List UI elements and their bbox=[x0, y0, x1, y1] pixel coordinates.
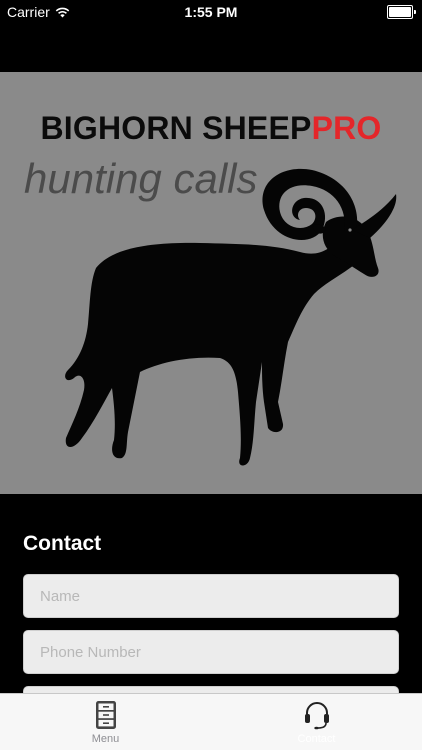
headset-icon bbox=[304, 702, 329, 730]
name-field[interactable] bbox=[23, 574, 399, 618]
status-right bbox=[387, 5, 416, 19]
tab-menu[interactable]: Menu bbox=[0, 694, 211, 750]
status-time: 1:55 PM bbox=[184, 4, 238, 20]
contact-heading: Contact bbox=[23, 532, 102, 555]
contact-section: Contact bbox=[0, 494, 422, 730]
file-cabinet-icon bbox=[95, 701, 116, 729]
app-screen: Carrier 1:55 PM BIGHORN SHEEPPRO hunting… bbox=[0, 0, 422, 750]
tab-contact[interactable]: Contact bbox=[211, 694, 422, 750]
bighorn-sheep-silhouette bbox=[65, 168, 397, 466]
tab-bar: Menu Contact bbox=[0, 693, 422, 750]
phone-number-field[interactable] bbox=[23, 630, 399, 674]
battery-icon bbox=[387, 5, 413, 19]
tab-contact-label: Contact bbox=[297, 733, 336, 745]
tab-menu-label: Menu bbox=[91, 733, 120, 745]
status-bar: Carrier 1:55 PM bbox=[0, 0, 422, 24]
battery-tip bbox=[414, 10, 416, 14]
battery-fill bbox=[389, 7, 411, 17]
app-banner: BIGHORN SHEEPPRO hunting calls bbox=[0, 72, 422, 494]
